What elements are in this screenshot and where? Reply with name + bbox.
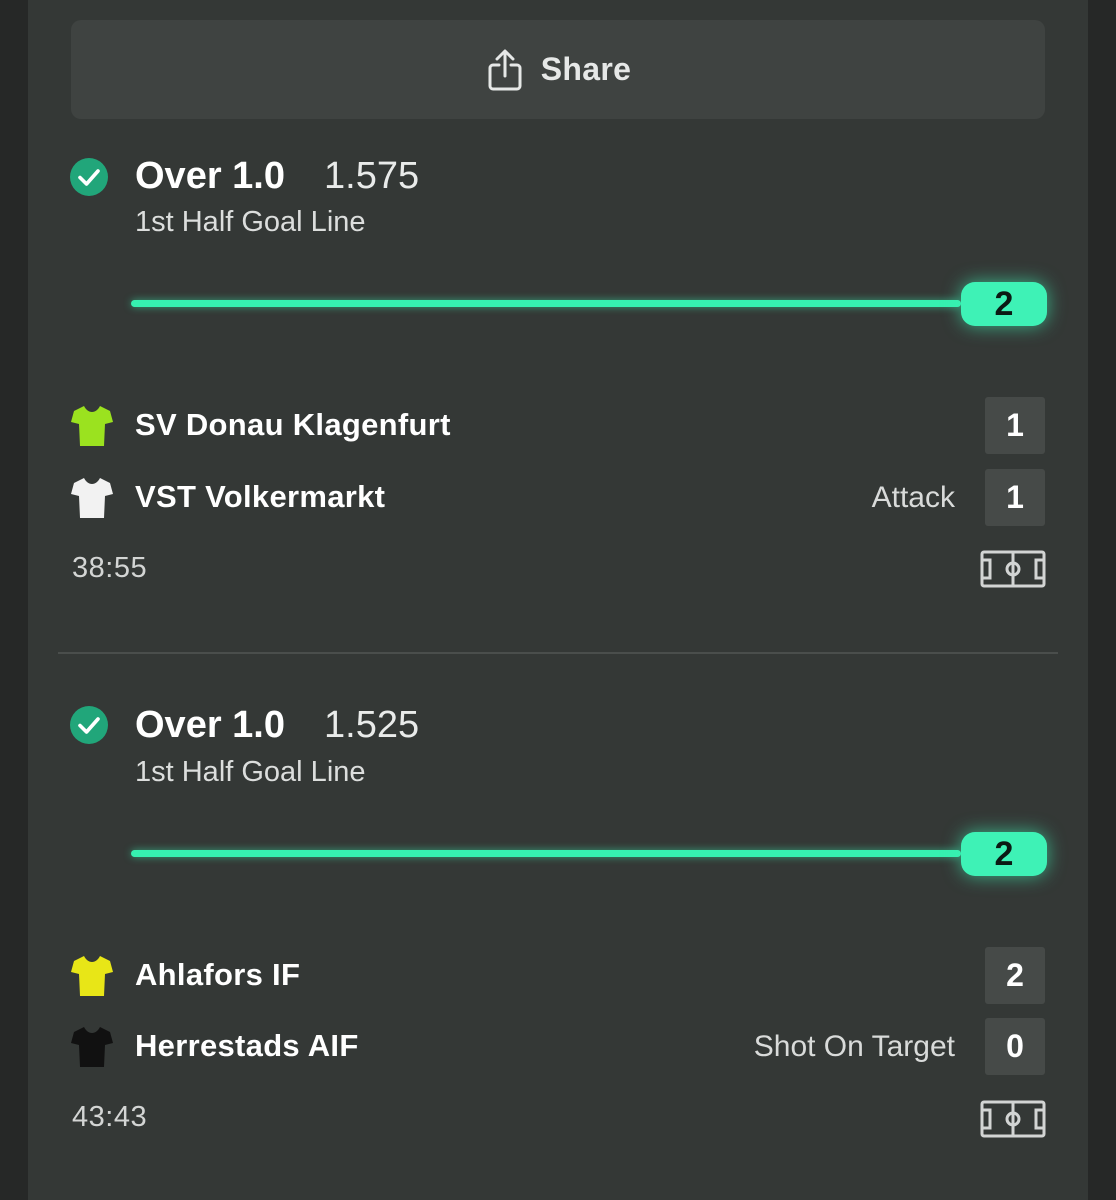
bet-slip-panel: Share Over 1.0 1.575 1st Half Goal Line …: [28, 0, 1088, 1200]
team-score: 0: [985, 1018, 1045, 1075]
market-name: 1st Half Goal Line: [135, 206, 366, 238]
team-name: VST Volkermarkt: [135, 479, 386, 514]
team-row: Ahlafors IF 2: [28, 947, 1088, 1005]
team-name: Ahlafors IF: [135, 957, 301, 992]
team-row: VST Volkermarkt Attack 1: [28, 469, 1088, 527]
shirt-icon: [70, 404, 114, 448]
progress-value-badge: 2: [961, 282, 1047, 326]
team-score: 1: [985, 469, 1045, 526]
shirt-icon: [70, 476, 114, 520]
event-label: Shot On Target: [753, 1030, 955, 1063]
match-clock: 38:55: [72, 552, 148, 584]
divider: [58, 652, 1058, 654]
shirt-icon: [70, 1025, 114, 1069]
check-circle-icon: [70, 158, 108, 196]
shirt-icon: [70, 954, 114, 998]
progress-value-badge: 2: [961, 832, 1047, 876]
team-name: SV Donau Klagenfurt: [135, 407, 451, 442]
progress-track: [131, 300, 961, 307]
share-icon: [485, 48, 525, 92]
odds-value: 1.525: [324, 704, 420, 746]
match-clock: 43:43: [72, 1101, 148, 1133]
selection-title: Over 1.0: [135, 155, 285, 197]
progress-track: [131, 850, 961, 857]
pitch-icon[interactable]: [980, 1100, 1046, 1138]
share-button[interactable]: Share: [71, 20, 1045, 119]
team-row: Herrestads AIF Shot On Target 0: [28, 1018, 1088, 1076]
pitch-icon[interactable]: [980, 550, 1046, 588]
check-circle-icon: [70, 706, 108, 744]
odds-value: 1.575: [324, 155, 420, 197]
team-row: SV Donau Klagenfurt 1: [28, 397, 1088, 455]
share-label: Share: [540, 51, 632, 87]
event-label: Attack: [871, 481, 955, 514]
selection-title: Over 1.0: [135, 704, 285, 746]
team-name: Herrestads AIF: [135, 1028, 359, 1063]
market-name: 1st Half Goal Line: [135, 756, 366, 788]
team-score: 1: [985, 397, 1045, 454]
team-score: 2: [985, 947, 1045, 1004]
